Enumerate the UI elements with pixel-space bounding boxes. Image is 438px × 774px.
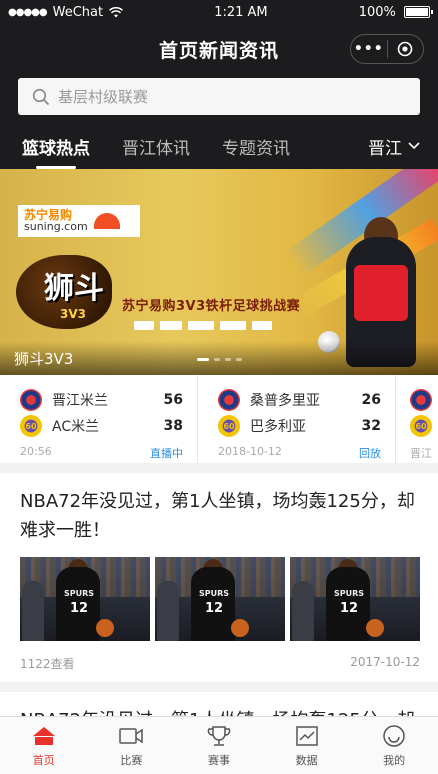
clock: 1:21 AM [214, 4, 268, 20]
article-views: 1122查看 [20, 657, 75, 671]
tab-basketball-hot[interactable]: 篮球热点 [22, 134, 90, 169]
tabbar-matches[interactable]: 比赛 [88, 717, 176, 774]
region-label: 晋江 [368, 138, 402, 159]
game-card[interactable]: 桑普多里亚 26 60 巴多利亚 32 2018-10-12 回放 [198, 375, 396, 463]
region-selector[interactable]: 晋江 [368, 134, 420, 159]
trophy-icon [207, 725, 231, 746]
sponsor-logo: 苏宁易购 suning.com [18, 205, 140, 237]
lion-logo: 狮斗 3V3 [16, 255, 116, 331]
page-title: 首页新闻资讯 [158, 39, 279, 62]
game-card[interactable]: 晋江米兰 56 60 AC米兰 38 20:56 直播中 [0, 375, 198, 463]
article-thumbnail[interactable]: SPURS 12 [290, 557, 420, 641]
target-icon [397, 41, 413, 57]
tab-special-topics[interactable]: 专题资讯 [222, 134, 290, 159]
search-input[interactable]: 基层村级联赛 [18, 78, 420, 115]
lion-subtitle: 3V3 [60, 307, 86, 321]
team-badge-icon: 60 [410, 415, 432, 437]
more-button[interactable]: ••• [351, 41, 387, 57]
title-bar: 首页新闻资讯 ••• [0, 24, 438, 74]
wifi-icon [109, 6, 124, 17]
game-status-replay[interactable]: 回放 [359, 445, 381, 461]
battery-icon [404, 6, 433, 18]
team-badge-icon: 60 [20, 415, 42, 437]
search-icon [32, 88, 50, 105]
scoreboard-strip[interactable]: 晋江米兰 56 60 AC米兰 38 20:56 直播中 桑普多里亚 26 60… [0, 375, 438, 463]
away-score: 38 [163, 418, 183, 434]
status-bar: ●●●●● WeChat 1:21 AM 100% [0, 0, 438, 24]
article-thumbnail[interactable]: SPURS 12 [20, 557, 150, 641]
article-date: 2017-10-12 [350, 655, 420, 669]
article-thumbnail[interactable]: SPURS 12 [155, 557, 285, 641]
sponsor-strip [134, 321, 272, 330]
sun-logo-icon [93, 213, 120, 229]
team-badge-icon [20, 389, 42, 411]
close-miniprogram-button[interactable] [388, 41, 424, 57]
category-tabs: 篮球热点 晋江体讯 专题资讯 晋江 [0, 123, 438, 169]
home-team: 桑普多里亚 [250, 393, 320, 409]
banner-carousel[interactable]: 苏宁易购 suning.com 狮斗 3V3 苏宁易购3V3铁杆足球挑战赛 狮斗3… [0, 169, 438, 375]
brand-url: suning.com [24, 220, 88, 233]
game-time: 20:56 [20, 445, 52, 458]
profile-icon [383, 724, 405, 747]
game-card[interactable]: 60 晋江 [396, 375, 438, 463]
home-team: 晋江米兰 [52, 393, 108, 409]
chevron-down-icon [408, 142, 420, 150]
carrier-name: WeChat [52, 4, 104, 20]
top-header: ●●●●● WeChat 1:21 AM 100% 首页新闻资讯 ••• 基层村… [0, 0, 438, 169]
banner-slogan: 苏宁易购3V3铁杆足球挑战赛 [122, 299, 301, 314]
away-team: 巴多利亚 [250, 419, 306, 435]
game-date: 晋江 [410, 447, 432, 460]
lion-title: 狮斗 [44, 271, 104, 306]
tabbar-profile[interactable]: 我的 [350, 717, 438, 774]
carousel-indicators [197, 358, 242, 361]
away-team: AC米兰 [52, 419, 100, 435]
tab-jinjiang-sports[interactable]: 晋江体讯 [122, 134, 190, 159]
team-badge-icon: 60 [218, 415, 240, 437]
search-placeholder: 基层村级联赛 [58, 88, 149, 106]
signal-icon: ●●●●● [8, 6, 48, 18]
tabbar-home[interactable]: 首页 [0, 717, 88, 774]
miniprogram-capsule: ••• [350, 34, 424, 64]
article-title[interactable]: NBA72年没见过，第1人坐镇，场均轰125分，却难求一胜！ [20, 487, 420, 545]
team-badge-icon [218, 389, 240, 411]
tabbar-events[interactable]: 赛事 [175, 717, 263, 774]
team-badge-icon [410, 389, 432, 411]
article-images: SPURS 12 SPURS 12 SPURS 12 [20, 557, 420, 641]
video-icon [119, 727, 144, 744]
away-score: 32 [361, 418, 381, 434]
news-article[interactable]: NBA72年没见过，第1人坐镇，场均轰125分，却难求一胜！ SPURS 12 S… [0, 473, 438, 682]
home-icon [32, 726, 55, 745]
home-score: 56 [163, 392, 183, 408]
tabbar-data[interactable]: 数据 [263, 717, 351, 774]
bottom-tab-bar: 首页 比赛 赛事 数据 我的 [0, 716, 438, 774]
game-date: 2018-10-12 [218, 445, 282, 458]
chart-icon [295, 725, 318, 746]
battery-level: 100% [358, 4, 396, 20]
home-score: 26 [361, 392, 381, 408]
game-status-live[interactable]: 直播中 [150, 445, 183, 461]
